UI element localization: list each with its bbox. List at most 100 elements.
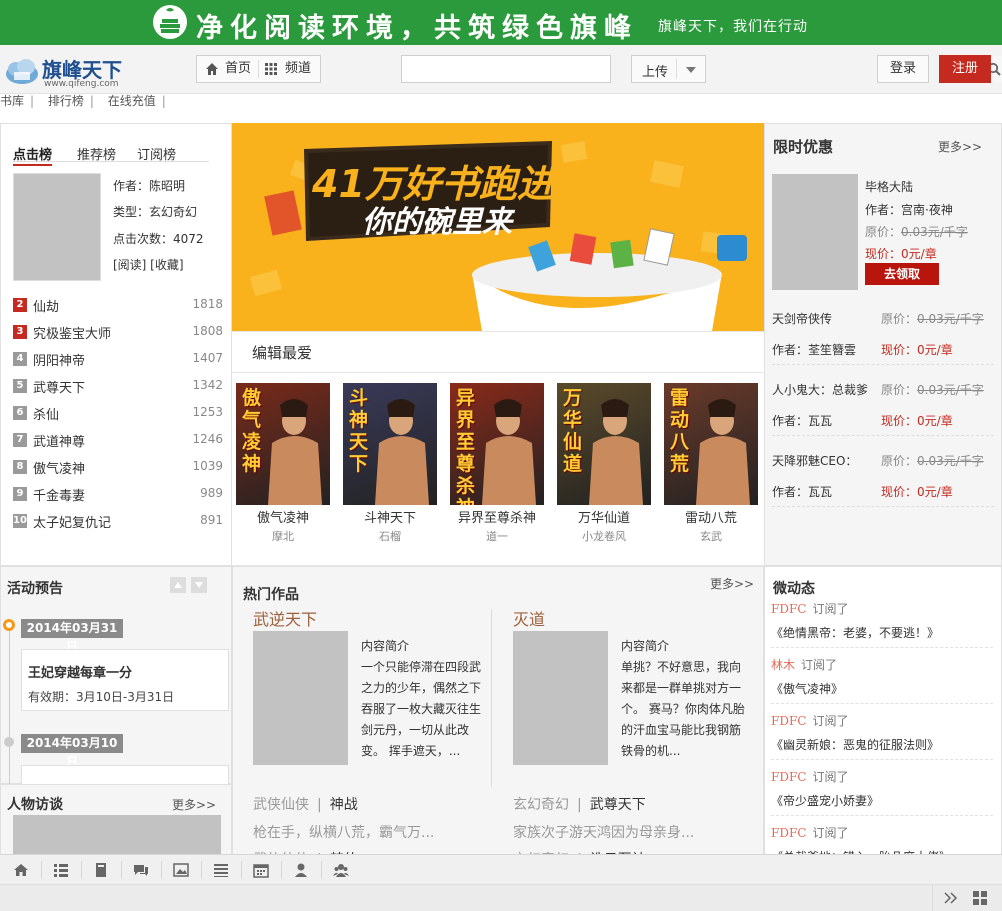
hot-category-book[interactable]: 武尊天下 bbox=[590, 797, 646, 813]
discount-book-name[interactable]: 人小鬼大：总裁爹 bbox=[772, 381, 868, 398]
site-logo[interactable]: 旗峰天下 www.qifeng.com bbox=[4, 52, 144, 90]
discount-featured-name[interactable]: 毕格大陆 bbox=[865, 178, 913, 195]
weibo-item: FDFC 订阅了 bbox=[771, 768, 848, 785]
event-card[interactable]: 王妃穿越每章一分 有效期：3月10日-3月31日 bbox=[21, 649, 229, 711]
hot-intro-label: 内容简介 bbox=[361, 639, 410, 653]
book-cover[interactable]: 雷动八荒 bbox=[664, 383, 758, 505]
rank-item[interactable]: 4 阴阳神帝 1407 bbox=[13, 346, 225, 373]
rank-book-name[interactable]: 究极鉴宝大师 bbox=[33, 323, 111, 342]
events-next-button[interactable] bbox=[191, 577, 207, 593]
hot-book-title[interactable]: 武逆天下 bbox=[253, 606, 317, 630]
rank-book-name[interactable]: 阴阳神帝 bbox=[33, 350, 85, 369]
calendar-icon[interactable] bbox=[252, 862, 270, 878]
rank-item[interactable]: 7 武道神尊 1246 bbox=[13, 427, 225, 454]
group-icon[interactable] bbox=[332, 862, 350, 878]
search-box bbox=[401, 55, 1002, 83]
rank-book-name[interactable]: 千金毒妻 bbox=[33, 485, 85, 504]
book-cover[interactable]: 异界至尊杀神 bbox=[450, 383, 544, 505]
cover-figure bbox=[589, 399, 643, 505]
layers-icon[interactable] bbox=[212, 862, 230, 878]
rank-book-name[interactable]: 武尊天下 bbox=[33, 377, 85, 396]
weibo-book[interactable]: 《绝情黑帝：老婆，不要逃！》 bbox=[771, 624, 997, 641]
list-icon[interactable] bbox=[52, 862, 70, 878]
subnav-library[interactable]: 书库 bbox=[0, 94, 24, 108]
hot-category[interactable]: 武侠仙侠 bbox=[253, 797, 309, 813]
weibo-user[interactable]: FDFC bbox=[771, 770, 806, 784]
nav-home-label: 首页 bbox=[225, 61, 252, 76]
hot-category-row: 玄幻奇幻 | 武尊天下 bbox=[513, 794, 646, 814]
event-card[interactable] bbox=[21, 765, 229, 785]
weibo-user[interactable]: FDFC bbox=[771, 602, 806, 616]
cover-figure bbox=[696, 399, 750, 505]
featured-actions[interactable]: [阅读] [收藏] bbox=[113, 256, 184, 273]
login-button[interactable]: 登录 bbox=[877, 55, 929, 83]
hot-more[interactable]: 更多>> bbox=[710, 575, 754, 592]
hot-category-book[interactable]: 神战 bbox=[330, 797, 358, 813]
rank-item[interactable]: 2 仙劫 1818 bbox=[13, 292, 225, 319]
rank-item[interactable]: 9 千金毒妻 989 bbox=[13, 481, 225, 508]
bottom-toolbar bbox=[0, 854, 1002, 884]
orig-label: 原价： bbox=[865, 225, 902, 239]
book-author: 道一 bbox=[486, 530, 508, 543]
hot-line[interactable]: 枪在手，纵横八荒，霸气万... bbox=[253, 822, 434, 842]
featured-cover[interactable] bbox=[13, 173, 101, 281]
grid-menu-icon[interactable] bbox=[973, 891, 987, 905]
book-cover[interactable]: 斗神天下 bbox=[343, 383, 437, 505]
rank-book-name[interactable]: 太子妃复仇记 bbox=[33, 512, 111, 531]
hot-book-title[interactable]: 灭道 bbox=[513, 606, 545, 630]
book-cover[interactable]: 万华仙道 bbox=[557, 383, 651, 505]
weibo-book[interactable]: 《傲气凌神》 bbox=[771, 680, 997, 697]
home-icon[interactable] bbox=[12, 862, 30, 878]
toolbar-divider bbox=[241, 861, 242, 879]
weibo-user[interactable]: FDFC bbox=[771, 714, 806, 728]
nav-channel[interactable]: 频道 bbox=[261, 56, 321, 82]
discount-book-name[interactable]: 天降邪魅CEO： bbox=[772, 452, 857, 469]
toolbar-divider bbox=[161, 861, 162, 879]
nav-home[interactable]: 首页 bbox=[201, 56, 259, 82]
weibo-user[interactable]: FDFC bbox=[771, 826, 806, 840]
book-cover[interactable]: 傲气凌神 bbox=[236, 383, 330, 505]
hot-category-sep: | bbox=[577, 797, 582, 813]
rank-item[interactable]: 6 杀仙 1253 bbox=[13, 400, 225, 427]
book-icon[interactable] bbox=[92, 862, 110, 878]
rank-item[interactable]: 3 究极鉴宝大师 1808 bbox=[13, 319, 225, 346]
weibo-book[interactable]: 《幽灵新娘：恶鬼的征服法则》 bbox=[771, 736, 997, 753]
chat-icon[interactable] bbox=[132, 862, 150, 878]
promo-banner[interactable]: 41万好书跑进 你的碗里来 bbox=[232, 123, 764, 331]
book-title[interactable]: 异界至尊杀神 bbox=[450, 507, 544, 526]
rank-book-name[interactable]: 仙劫 bbox=[33, 296, 59, 315]
discount-featured-cover[interactable] bbox=[772, 174, 858, 290]
upload-dropdown[interactable]: 上传 bbox=[631, 55, 706, 83]
user-icon[interactable] bbox=[292, 862, 310, 878]
book-title[interactable]: 万华仙道 bbox=[557, 507, 651, 526]
search-input[interactable] bbox=[404, 58, 570, 80]
rank-book-name[interactable]: 杀仙 bbox=[33, 404, 59, 423]
double-chevron-right-icon[interactable] bbox=[944, 892, 958, 904]
discount-more[interactable]: 更多>> bbox=[938, 138, 982, 155]
hot-book-cover[interactable] bbox=[253, 631, 348, 765]
rank-number: 9 bbox=[13, 487, 27, 501]
rank-item[interactable]: 10 太子妃复仇记 891 bbox=[13, 508, 225, 535]
hot-category[interactable]: 玄幻奇幻 bbox=[513, 797, 569, 813]
book-title[interactable]: 傲气凌神 bbox=[236, 507, 330, 526]
rank-book-name[interactable]: 傲气凌神 bbox=[33, 458, 85, 477]
rank-item[interactable]: 8 傲气凌神 1039 bbox=[13, 454, 225, 481]
rank-item[interactable]: 5 武尊天下 1342 bbox=[13, 373, 225, 400]
hot-line[interactable]: 家族次子游天鸿因为母亲身... bbox=[513, 822, 694, 842]
image-icon[interactable] bbox=[172, 862, 190, 878]
hot-book-cover[interactable] bbox=[513, 631, 608, 765]
rank-book-name[interactable]: 武道神尊 bbox=[33, 431, 85, 450]
subnav-recharge[interactable]: 在线充值 bbox=[108, 94, 156, 108]
register-button[interactable]: 注册 bbox=[939, 55, 991, 83]
discount-book-name[interactable]: 天剑帝侠传 bbox=[772, 310, 832, 327]
weibo-book[interactable]: 《帝少盛宠小娇妻》 bbox=[771, 792, 997, 809]
events-prev-button[interactable] bbox=[170, 577, 186, 593]
book-title[interactable]: 斗神天下 bbox=[343, 507, 437, 526]
claim-button[interactable]: 去领取 bbox=[865, 263, 939, 285]
interview-image[interactable] bbox=[13, 815, 221, 855]
subnav-ranking[interactable]: 排行榜 bbox=[48, 94, 84, 108]
tab-click-rank[interactable]: 点击榜 bbox=[13, 144, 53, 166]
interview-more[interactable]: 更多>> bbox=[172, 796, 216, 813]
weibo-user[interactable]: 林木 bbox=[771, 658, 795, 672]
book-title[interactable]: 雷动八荒 bbox=[664, 507, 758, 526]
